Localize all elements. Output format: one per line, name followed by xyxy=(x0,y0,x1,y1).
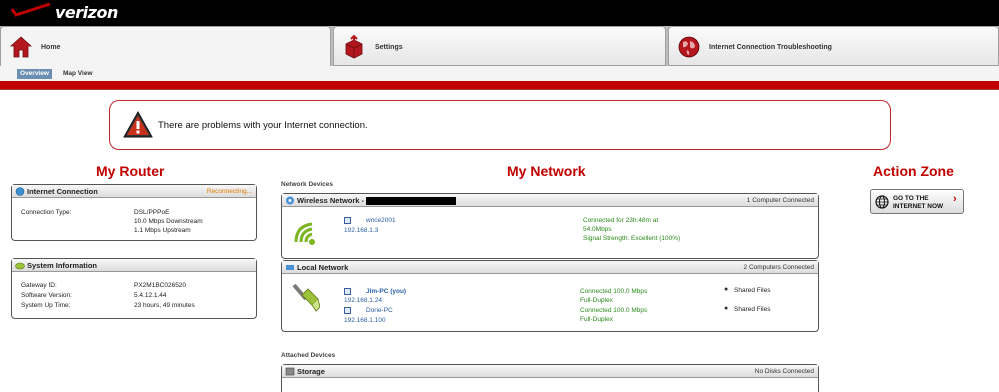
panel-title: Wireless Network - xyxy=(297,196,365,205)
ethernet-cable-icon xyxy=(292,283,320,312)
subtab-map-view[interactable]: Map View xyxy=(60,69,96,79)
router-icon xyxy=(15,262,25,270)
panel-header: Internet Connection Reconnecting... xyxy=(12,185,256,198)
local-device-1-ip: 192.168.1.24 xyxy=(344,297,382,304)
tab-settings[interactable]: Settings xyxy=(333,26,666,66)
local-count: 2 Computers Connected xyxy=(743,264,814,271)
globe-icon xyxy=(678,36,700,58)
uptime-label: System Up Time: xyxy=(21,302,71,309)
system-info-panel: System Information Gateway ID: PX2M1BC02… xyxy=(11,258,257,319)
go-to-internet-label: GO TO THE INTERNET NOW xyxy=(893,195,943,210)
local-device-1-share[interactable]: Shared Files xyxy=(734,287,771,294)
gateway-id-label: Gateway ID: xyxy=(21,282,57,289)
globe-icon xyxy=(875,195,889,209)
panel-title: Storage xyxy=(297,367,325,376)
button-line2: INTERNET NOW xyxy=(893,202,944,210)
redacted-ssid xyxy=(366,197,456,205)
subtab-overview[interactable]: Overview xyxy=(17,69,52,79)
gateway-id-value: PX2M1BC026520 xyxy=(134,282,187,289)
panel-header: System Information xyxy=(12,259,256,272)
network-devices-label: Network Devices xyxy=(281,181,334,188)
panel-header: Local Network 2 Computers Connected xyxy=(282,261,818,274)
tab-home[interactable]: Home xyxy=(0,26,331,68)
wireless-status-line1: Connected for 23h:48m at xyxy=(583,217,659,224)
panel-header: Storage No Disks Connected xyxy=(282,365,818,378)
computer-icon xyxy=(344,217,351,224)
local-device-1-duplex: Full-Duplex xyxy=(580,297,613,304)
tab-home-label: Home xyxy=(41,44,61,51)
globe-icon xyxy=(15,187,25,196)
connection-type-value: DSL/PPPoE xyxy=(134,209,170,216)
warning-icon xyxy=(123,110,153,138)
local-device-2-status: Connected 100.0 Mbps xyxy=(580,307,648,314)
wireless-count: 1 Computer Connected xyxy=(746,197,814,204)
wireless-signal-strength: Signal Strength: Excellent (100%) xyxy=(583,235,681,242)
alert-message: There are problems with your Internet co… xyxy=(158,120,368,131)
my-router-title: My Router xyxy=(96,163,165,179)
software-version-value: 5.4.12.1.44 xyxy=(134,292,167,299)
tab-troubleshooting[interactable]: Internet Connection Troubleshooting xyxy=(668,26,999,66)
wireless-status-line2: 54.0Mbps xyxy=(583,226,612,233)
main-nav: Home Settings Internet Connection Troubl… xyxy=(0,26,999,68)
local-device-1-status: Connected 100.0 Mbps xyxy=(580,288,648,295)
home-icon xyxy=(10,36,32,58)
tab-settings-label: Settings xyxy=(375,44,403,51)
panel-title: Internet Connection xyxy=(27,187,98,196)
local-device-2-duplex: Full-Duplex xyxy=(580,316,613,323)
shared-files-bullet: ● xyxy=(724,286,729,293)
panel-title: Local Network xyxy=(297,263,349,272)
ethernet-icon xyxy=(286,265,294,270)
software-version-label: Software Version: xyxy=(21,292,72,299)
upstream-value: 1.1 Mbps Upstream xyxy=(134,227,191,234)
storage-status: No Disks Connected xyxy=(754,368,814,375)
local-device-2-ip: 192.168.1.100 xyxy=(344,317,386,324)
panel-title: System Information xyxy=(27,261,98,270)
local-device-2-share[interactable]: Shared Files xyxy=(734,306,771,313)
attached-devices-label: Attached Devices xyxy=(281,352,336,359)
go-to-internet-button[interactable]: GO TO THE INTERNET NOW › xyxy=(870,189,964,214)
divider-band xyxy=(0,81,999,89)
panel-header: Wireless Network - 1 Computer Connected xyxy=(282,194,818,207)
tab-troubleshooting-label: Internet Connection Troubleshooting xyxy=(709,44,832,51)
computer-icon xyxy=(344,288,351,295)
verizon-check-icon xyxy=(10,3,51,17)
verizon-logo: verizon xyxy=(55,3,118,22)
uptime-value: 23 hours, 49 minutes xyxy=(134,302,195,309)
wireless-icon xyxy=(286,196,294,205)
connection-status: Reconnecting... xyxy=(206,188,252,195)
local-device-1-name[interactable]: Jim-PC (you) xyxy=(366,288,406,295)
wireless-signal-icon xyxy=(294,222,315,245)
wireless-network-panel: Wireless Network - 1 Computer Connected … xyxy=(281,193,819,259)
local-network-panel: Local Network 2 Computers Connected Jim-… xyxy=(281,260,819,332)
storage-icon xyxy=(285,367,295,376)
my-network-title: My Network xyxy=(507,163,586,179)
sub-nav: Overview Map View xyxy=(0,66,999,81)
alert-banner: There are problems with your Internet co… xyxy=(109,100,891,150)
action-zone-title: Action Zone xyxy=(873,163,954,179)
internet-connection-panel: Internet Connection Reconnecting... Conn… xyxy=(11,184,257,241)
wireless-device-name[interactable]: wnce2001 xyxy=(366,217,396,224)
local-device-2-name[interactable]: Dorie-PC xyxy=(366,307,393,314)
computer-icon xyxy=(344,307,351,314)
shared-files-bullet: ● xyxy=(724,305,729,312)
button-line1: GO TO THE xyxy=(893,195,929,202)
chevron-right-icon: › xyxy=(953,193,957,205)
settings-box-icon xyxy=(345,35,363,59)
connection-type-label: Connection Type: xyxy=(21,209,72,216)
storage-panel: Storage No Disks Connected xyxy=(281,364,819,392)
top-bar: verizon xyxy=(0,0,999,26)
downstream-value: 10.0 Mbps Downstream xyxy=(134,218,203,225)
wireless-device-ip: 192.168.1.3 xyxy=(344,227,379,234)
